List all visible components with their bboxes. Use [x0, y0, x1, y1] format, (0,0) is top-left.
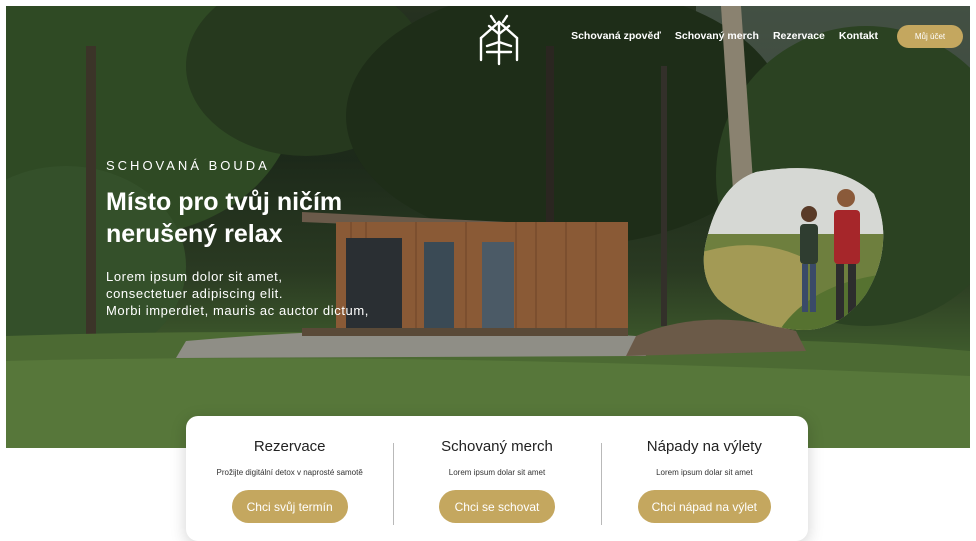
house-tree-logo-icon[interactable] — [473, 12, 525, 68]
card-merch: Schovaný merch Lorem ipsum dolar sit ame… — [393, 416, 600, 541]
feature-cards: Rezervace Prožijte digitální detox v nap… — [186, 416, 808, 541]
nav-link-schovana-zpoved[interactable]: Schovaná zpověď — [571, 30, 661, 42]
nav-link-kontakt[interactable]: Kontakt — [839, 30, 878, 42]
card-vylety: Nápady na výlety Lorem ipsum dolar sit a… — [600, 416, 808, 541]
card-title: Nápady na výlety — [646, 438, 762, 455]
nav-link-rezervace[interactable]: Rezervace — [773, 30, 825, 42]
card-text: Lorem ipsum dolar sit amet — [656, 468, 753, 477]
hero-section: Schovaná zpověď Schovaný merch Rezervace… — [6, 6, 970, 448]
nav-link-schovany-merch[interactable]: Schovaný merch — [675, 30, 759, 42]
merch-button[interactable]: Chci se schovat — [438, 490, 555, 523]
card-text: Lorem ipsum dolar sit amet — [448, 468, 546, 477]
trip-ideas-button[interactable]: Chci nápad na výlet — [637, 490, 772, 523]
hero-eyebrow: SCHOVANÁ BOUDA — [106, 158, 270, 173]
my-account-button[interactable]: Můj účet — [897, 25, 963, 48]
hero-lead-line-3: Morbi imperdiet, mauris ac auctor dictum… — [106, 303, 370, 318]
card-rezervace: Rezervace Prožijte digitální detox v nap… — [186, 416, 393, 541]
hero-headline: Místo pro tvůj ničím nerušený relax — [106, 186, 406, 250]
hero-headline-line-2: nerušený relax — [106, 220, 283, 248]
main-nav: Schovaná zpověď Schovaný merch Rezervace… — [571, 30, 878, 42]
hero-lead-line-1: Lorem ipsum dolor sit amet, — [106, 269, 283, 284]
card-text: Prožijte digitální detox v naprosté samo… — [216, 468, 363, 477]
hero-lead-line-2: consectetuer adipiscing elit. — [106, 286, 284, 301]
reserve-button[interactable]: Chci svůj termín — [231, 490, 348, 523]
couple-photo-blob — [703, 168, 884, 330]
hero-lead-text: Lorem ipsum dolor sit amet, consectetuer… — [106, 268, 426, 319]
card-title: Rezervace — [253, 438, 326, 455]
card-title: Schovaný merch — [441, 438, 553, 455]
hero-headline-line-1: Místo pro tvůj ničím — [106, 188, 343, 216]
